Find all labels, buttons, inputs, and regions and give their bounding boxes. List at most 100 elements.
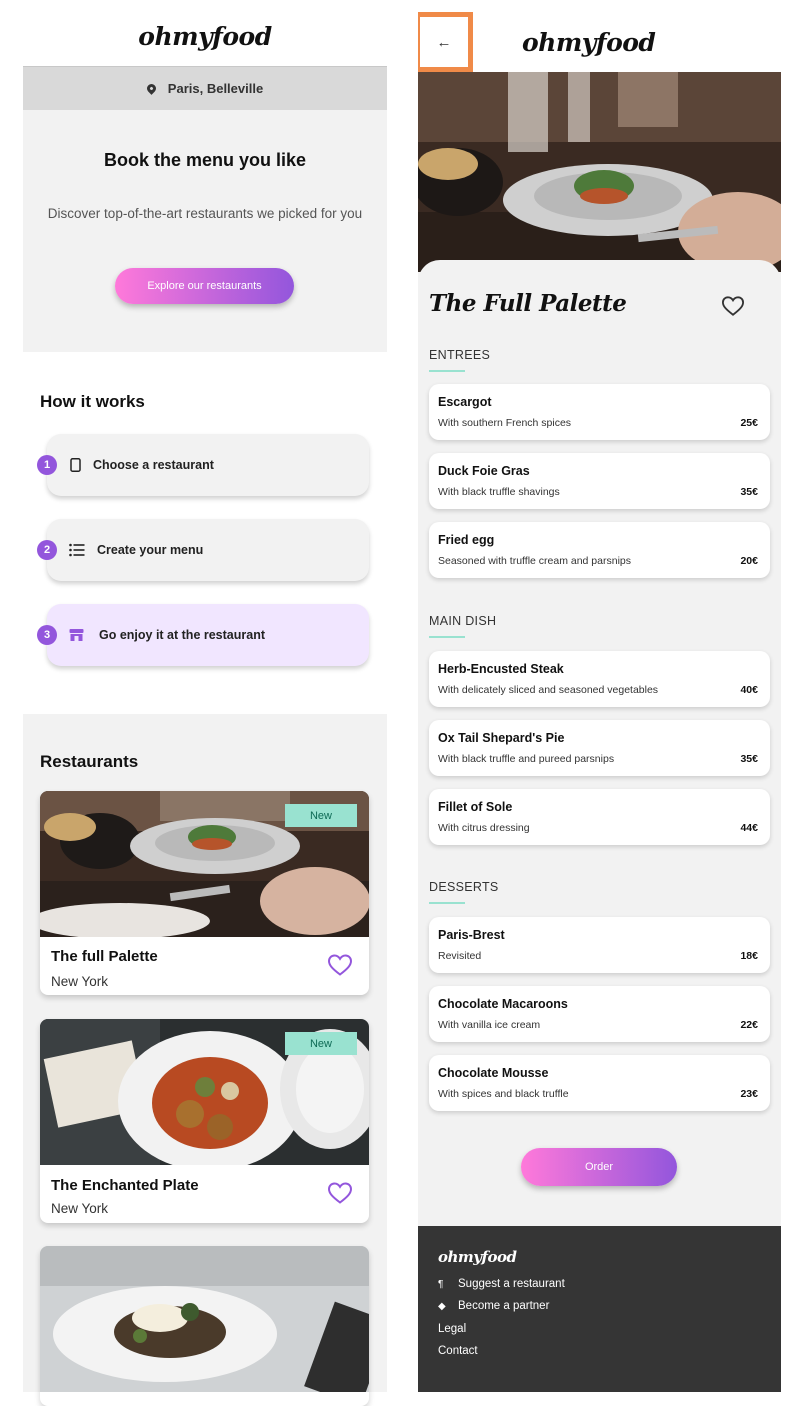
arrow-left-icon: ←: [436, 33, 452, 51]
dish-name: Chocolate Mousse: [438, 1066, 549, 1080]
footer-link-legal[interactable]: Legal: [438, 1323, 466, 1335]
location-pin-icon: [144, 82, 158, 95]
dish-item[interactable]: Herb-Encusted Steak With delicately slic…: [429, 651, 770, 707]
dish-name: Herb-Encusted Steak: [438, 662, 564, 676]
dish-price: 23€: [740, 1088, 758, 1100]
step-label: Go enjoy it at the restaurant: [99, 628, 266, 642]
dish-price: 44€: [740, 822, 758, 834]
handshake-icon: ◆: [438, 1300, 446, 1312]
restaurant-city: New York: [51, 1201, 109, 1216]
restaurant-card-full-palette[interactable]: New The full Palette New York: [40, 791, 369, 995]
dish-description: Seasoned with truffle cream and parsnips: [438, 555, 631, 567]
dish-name: Duck Foie Gras: [438, 464, 530, 478]
restaurant-title: The Full Palette: [429, 290, 627, 317]
step-label: Choose a restaurant: [93, 458, 214, 472]
hero-title: Book the menu you like: [103, 150, 307, 170]
restaurant-card-third[interactable]: [40, 1246, 369, 1406]
section-title-main-dish: MAIN DISH: [429, 614, 497, 628]
hero-subtitle: Discover top-of-the-art restaurants we p…: [47, 206, 363, 221]
explore-restaurants-button[interactable]: Explore our restaurants: [115, 268, 294, 304]
restaurant-city: New York: [51, 974, 109, 989]
dish-item[interactable]: Paris-Brest Revisited 18€: [429, 917, 770, 973]
section-title-entrees: ENTREES: [429, 348, 491, 362]
step-number: 3: [37, 625, 57, 645]
footer-link-label: Contact: [438, 1345, 478, 1357]
list-icon: [69, 543, 85, 557]
dish-description: With delicately sliced and seasoned vege…: [438, 684, 659, 696]
section-underline: [429, 902, 465, 904]
dish-item[interactable]: Fillet of Sole With citrus dressing 44€: [429, 789, 770, 845]
hero-section: Book the menu you like Discover top-of-t…: [23, 110, 387, 352]
order-button[interactable]: Order: [521, 1148, 677, 1186]
dish-description: With citrus dressing: [438, 822, 530, 834]
dish-name: Paris-Brest: [438, 928, 505, 942]
step-number: 1: [37, 455, 57, 475]
section-underline: [429, 636, 465, 638]
dish-item[interactable]: Fried egg Seasoned with truffle cream an…: [429, 522, 770, 578]
utensils-icon: ¶: [438, 1278, 444, 1290]
dish-description: With southern French spices: [438, 417, 572, 429]
store-icon: [69, 629, 84, 641]
dish-price: 18€: [740, 950, 758, 962]
home-screen: ohmyfood Paris, Belleville Book the menu…: [23, 0, 387, 1406]
how-it-works-title: How it works: [40, 392, 145, 411]
new-badge: New: [285, 804, 357, 827]
dish-item[interactable]: Ox Tail Shepard's Pie With black truffle…: [429, 720, 770, 776]
restaurant-name: The full Palette: [51, 948, 158, 965]
footer-link-partner[interactable]: ◆ Become a partner: [438, 1300, 549, 1312]
footer-link-contact[interactable]: Contact: [438, 1345, 478, 1357]
dish-price: 40€: [740, 684, 758, 696]
dish-name: Chocolate Macaroons: [438, 997, 568, 1011]
dish-price: 22€: [740, 1019, 758, 1031]
menu-screen: ← ohmyfood The Full Palette ENTREES Esca…: [418, 0, 781, 1392]
dish-item[interactable]: Chocolate Mousse With spices and black t…: [429, 1055, 770, 1111]
restaurant-name: The Enchanted Plate: [51, 1177, 199, 1194]
heart-icon[interactable]: [721, 295, 745, 317]
dish-name: Ox Tail Shepard's Pie: [438, 731, 565, 745]
step-enjoy-restaurant[interactable]: 3 Go enjoy it at the restaurant: [37, 604, 369, 666]
step-create-menu[interactable]: 2 Create your menu: [37, 519, 369, 581]
dish-name: Escargot: [438, 395, 492, 409]
dish-description: With black truffle and pureed parsnips: [438, 753, 615, 765]
footer-link-label: Become a partner: [458, 1300, 550, 1312]
restaurant-photo: New: [40, 791, 369, 937]
restaurant-photo: [40, 1246, 369, 1392]
footer-link-suggest[interactable]: ¶ Suggest a restaurant: [438, 1278, 565, 1290]
section-underline: [429, 370, 465, 372]
dish-price: 25€: [740, 417, 758, 429]
restaurants-section: Restaurants New The full Palette New Yor…: [23, 714, 387, 1406]
menu-panel: The Full Palette ENTREES Escargot With s…: [418, 260, 781, 1230]
back-button[interactable]: ←: [418, 12, 473, 72]
footer-link-label: Suggest a restaurant: [458, 1278, 565, 1290]
restaurant-hero-photo: [418, 72, 781, 272]
restaurant-card-enchanted-plate[interactable]: New The Enchanted Plate New York: [40, 1019, 369, 1223]
dish-price: 20€: [740, 555, 758, 567]
footer-logo[interactable]: ohmyfood: [438, 1248, 517, 1266]
location-bar[interactable]: Paris, Belleville: [23, 66, 387, 110]
brand-logo[interactable]: ohmyfood: [522, 28, 656, 57]
heart-icon[interactable]: [327, 1181, 353, 1205]
dish-price: 35€: [740, 753, 758, 765]
dish-item[interactable]: Chocolate Macaroons With vanilla ice cre…: [429, 986, 770, 1042]
dish-item[interactable]: Duck Foie Gras With black truffle shavin…: [429, 453, 770, 509]
dish-item[interactable]: Escargot With southern French spices 25€: [429, 384, 770, 440]
phone-icon: [70, 458, 81, 472]
restaurant-photo: New: [40, 1019, 369, 1165]
location-label: Paris, Belleville: [167, 81, 264, 96]
restaurants-title: Restaurants: [40, 752, 139, 771]
step-choose-restaurant[interactable]: 1 Choose a restaurant: [37, 434, 369, 496]
dish-name: Fried egg: [438, 533, 495, 547]
section-title-desserts: DESSERTS: [429, 880, 499, 894]
dish-price: 35€: [740, 486, 758, 498]
step-number: 2: [37, 540, 57, 560]
new-badge: New: [285, 1032, 357, 1055]
dish-description: Revisited: [438, 950, 482, 962]
dish-description: With vanilla ice cream: [438, 1019, 541, 1031]
dish-description: With spices and black truffle: [438, 1088, 569, 1100]
dish-description: With black truffle shavings: [438, 486, 560, 498]
footer: ohmyfood ¶ Suggest a restaurant ◆ Become…: [418, 1226, 781, 1392]
step-label: Create your menu: [97, 543, 204, 557]
heart-icon[interactable]: [327, 953, 353, 977]
brand-logo[interactable]: ohmyfood: [23, 22, 387, 51]
menu-header: ← ohmyfood: [418, 0, 781, 72]
